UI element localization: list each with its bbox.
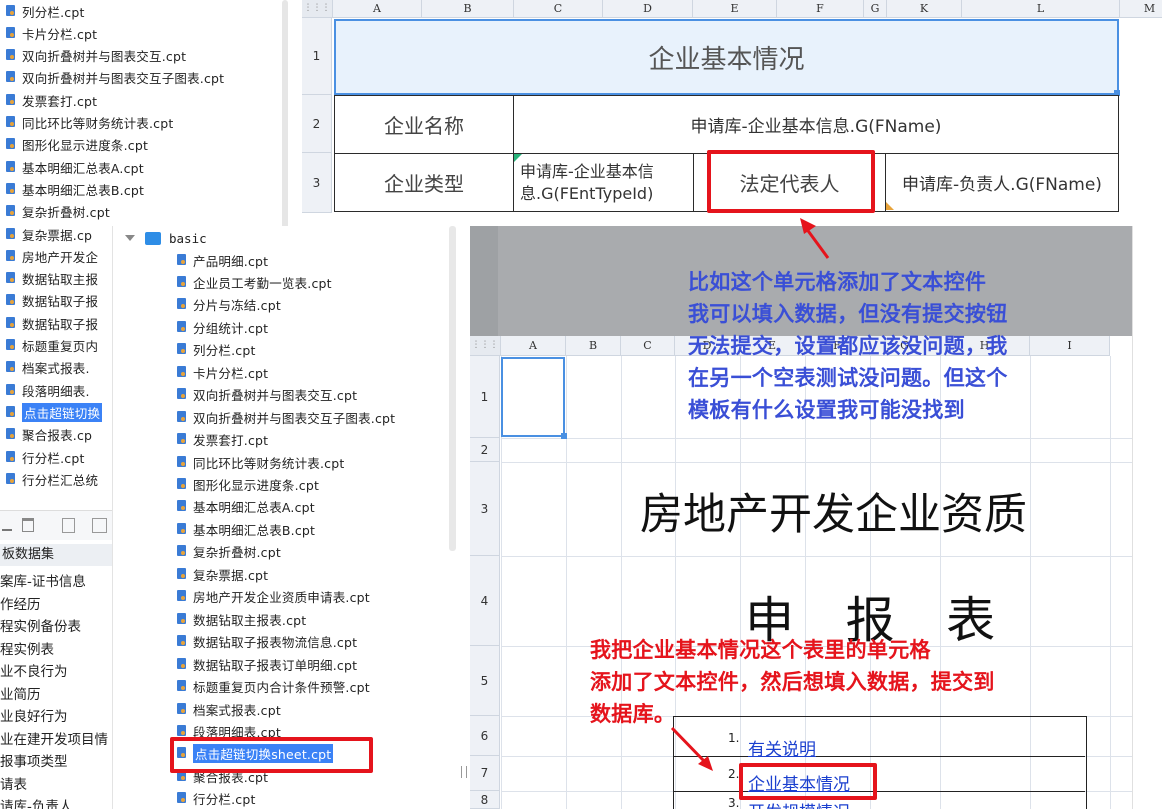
arrow-to-legal-rep <box>800 218 830 259</box>
annotation-arrows <box>670 218 830 771</box>
arrow-to-toc-link <box>670 726 713 771</box>
